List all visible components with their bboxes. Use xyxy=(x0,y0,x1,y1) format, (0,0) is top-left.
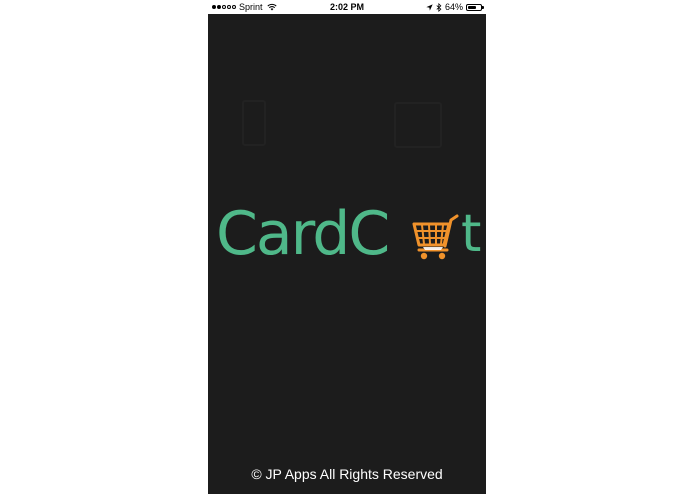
copyright-footer: © JP Apps All Rights Reserved xyxy=(251,466,443,482)
background-ghost-shape xyxy=(242,100,266,146)
location-arrow-icon xyxy=(426,3,433,11)
app-logo: CardC t xyxy=(216,194,486,274)
phone-screen: Sprint 2:02 PM 64% CardC t © JP Apps All… xyxy=(208,0,486,494)
battery-fill xyxy=(468,5,476,9)
bluetooth-icon xyxy=(436,2,442,12)
logo-text: CardC xyxy=(216,199,390,269)
logo-text-end: t xyxy=(461,204,482,264)
status-bar-right: 64% xyxy=(426,0,484,14)
background-ghost-shape xyxy=(394,102,442,148)
battery-cap xyxy=(482,6,484,9)
shopping-cart-icon xyxy=(412,214,459,260)
status-bar: Sprint 2:02 PM 64% xyxy=(208,0,486,14)
battery-icon xyxy=(466,3,484,11)
battery-percent: 64% xyxy=(444,2,463,12)
